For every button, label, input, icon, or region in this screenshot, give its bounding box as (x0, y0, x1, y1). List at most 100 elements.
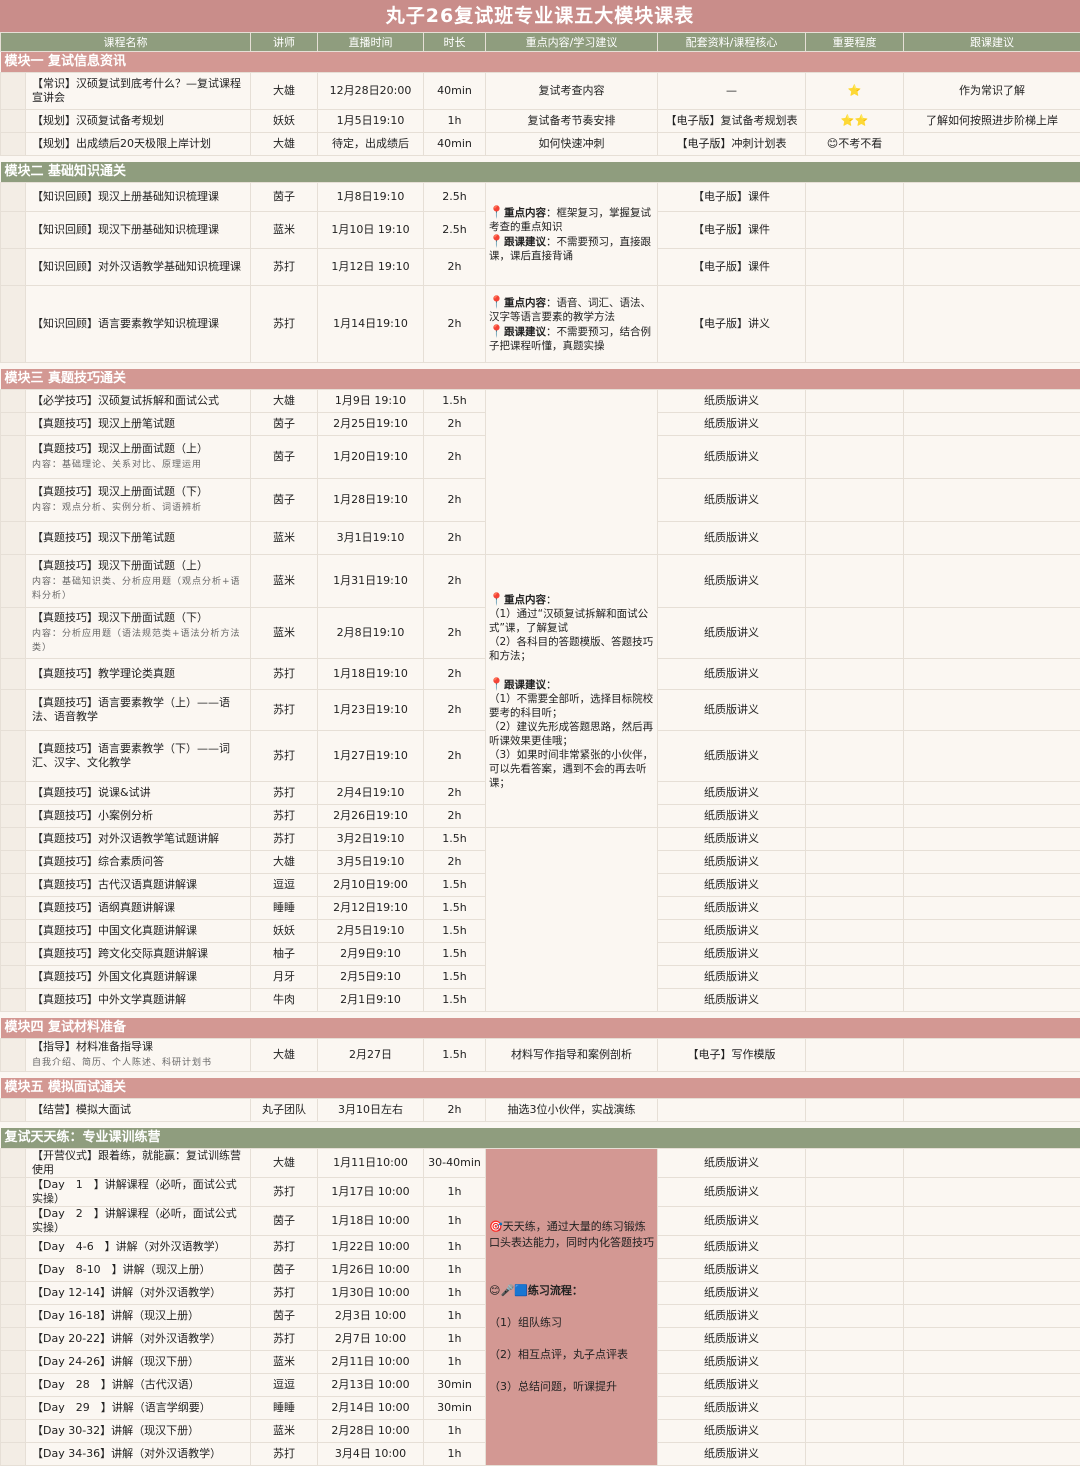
material-cell: 【电子版】冲刺计划表 (658, 133, 806, 156)
row-index-cell (1, 828, 26, 851)
material-cell: 纸质版讲义 (658, 731, 806, 782)
row-index-cell (1, 1351, 26, 1374)
importance-cell (806, 286, 904, 363)
course-title: 【Day 12-14】讲解（对外汉语教学） (32, 1286, 221, 1299)
schedule-table: 课程名称 讲师 直播时间 时长 重点内容/学习建议 配套资料/课程核心 重要程度… (0, 32, 1080, 1466)
teacher-cell: 茵子 (251, 1305, 318, 1328)
teacher-cell: 牛肉 (251, 989, 318, 1012)
time-cell: 1月10日 19:10 (318, 212, 424, 249)
table-row: 【知识回顾】语言要素教学知识梳理课苏打1月14日19:102h📍重点内容：语音、… (1, 286, 1080, 363)
importance-cell (806, 1282, 904, 1305)
content-cell: 复试备考节奏安排 (486, 110, 658, 133)
row-index-cell (1, 989, 26, 1012)
advice-cell (904, 828, 1080, 851)
note-key: 跟课建议 (504, 679, 546, 691)
pin-icon: 📍 (489, 324, 504, 338)
course-title: 【知识回顾】对外汉语教学基础知识梳理课 (32, 260, 241, 273)
teacher-cell: 丸子团队 (251, 1099, 318, 1122)
importance-cell (806, 966, 904, 989)
course-name: 【真题技巧】现汉上册笔试题 (26, 413, 251, 436)
importance-cell (806, 805, 904, 828)
course-title: 【Day 20-22】讲解（对外汉语教学） (32, 1332, 221, 1345)
row-index-cell (1, 1178, 26, 1207)
note-key: 重点内容 (504, 297, 546, 309)
course-name: 【真题技巧】现汉上册面试题（上）内容：基础理论、关系对比、原理运用 (26, 436, 251, 479)
duration-cell: 1.5h (424, 874, 486, 897)
material-cell: 纸质版讲义 (658, 1397, 806, 1420)
course-title: 【真题技巧】小案例分析 (32, 809, 153, 822)
material-cell: 纸质版讲义 (658, 1259, 806, 1282)
module-title: 模块一 复试信息资讯 (1, 52, 1080, 73)
material-cell: 纸质版讲义 (658, 1236, 806, 1259)
time-cell: 3月2日19:10 (318, 828, 424, 851)
advice-cell (904, 1282, 1080, 1305)
row-index-cell (1, 286, 26, 363)
time-cell: 1月9日 19:10 (318, 390, 424, 413)
advice-cell (904, 479, 1080, 522)
course-title: 【真题技巧】说课&试讲 (32, 786, 151, 799)
row-index-cell (1, 608, 26, 659)
time-cell: 2月10日19:00 (318, 874, 424, 897)
camp-step: （2）相互点评，丸子点评表 (489, 1348, 628, 1361)
material-cell: 纸质版讲义 (658, 1305, 806, 1328)
row-index-cell (1, 1305, 26, 1328)
material-cell: 纸质版讲义 (658, 782, 806, 805)
material-cell: — (658, 73, 806, 110)
row-index-cell (1, 966, 26, 989)
content-cell: 如何快速冲刺 (486, 133, 658, 156)
header-row: 课程名称 讲师 直播时间 时长 重点内容/学习建议 配套资料/课程核心 重要程度… (1, 33, 1080, 52)
course-title: 【Day 1 】讲解课程（必听，面试公式实操） (32, 1178, 237, 1205)
teacher-cell: 月牙 (251, 966, 318, 989)
material-cell: 纸质版讲义 (658, 874, 806, 897)
duration-cell: 1.5h (424, 1039, 486, 1072)
course-title: 【规划】出成绩后20天极限上岸计划 (32, 137, 211, 150)
pin-icon: 📍 (489, 592, 504, 606)
importance-cell (806, 249, 904, 286)
note-cell: 📍重点内容：语音、词汇、语法、汉字等语言要素的教学方法📍跟课建议：不需要预习，结… (486, 286, 658, 363)
row-index-cell (1, 1236, 26, 1259)
teacher-cell: 苏打 (251, 782, 318, 805)
course-title: 【知识回顾】现汉上册基础知识梳理课 (32, 190, 219, 203)
advice-cell (904, 966, 1080, 989)
col-header-time: 直播时间 (318, 33, 424, 52)
teacher-cell: 柚子 (251, 943, 318, 966)
time-cell: 1月14日19:10 (318, 286, 424, 363)
course-title: 【真题技巧】语纲真题讲解课 (32, 901, 175, 914)
course-title: 【Day 8-10 】讲解（现汉上册） (32, 1263, 211, 1276)
pin-icon: 📍 (489, 234, 504, 248)
importance-cell: ⭐⭐ (806, 110, 904, 133)
teacher-cell: 苏打 (251, 1443, 318, 1466)
importance-cell (806, 874, 904, 897)
course-name: 【Day 24-26】讲解（现汉下册） (26, 1351, 251, 1374)
advice-cell (904, 1374, 1080, 1397)
camp-process-title: 😊🎤🟦练习流程： (489, 1284, 583, 1297)
material-cell: 纸质版讲义 (658, 436, 806, 479)
material-cell: 纸质版讲义 (658, 659, 806, 690)
course-name: 【真题技巧】小案例分析 (26, 805, 251, 828)
time-cell: 2月8日19:10 (318, 608, 424, 659)
course-name: 【真题技巧】跨文化交际真题讲解课 (26, 943, 251, 966)
course-subtitle: 自我介绍、简历、个人陈述、科研计划书 (32, 1056, 247, 1070)
row-index-cell (1, 73, 26, 110)
teacher-cell: 蓝米 (251, 1351, 318, 1374)
duration-cell: 1h (424, 1351, 486, 1374)
table-row: 【指导】材料准备指导课自我介绍、简历、个人陈述、科研计划书大雄2月27日1.5h… (1, 1039, 1080, 1072)
content-cell: 复试考查内容 (486, 73, 658, 110)
course-name: 【真题技巧】说课&试讲 (26, 782, 251, 805)
importance-cell (806, 479, 904, 522)
course-title: 【Day 2 】讲解课程（必听，面试公式实操） (32, 1207, 237, 1234)
col-header-duration: 时长 (424, 33, 486, 52)
teacher-cell: 茵子 (251, 479, 318, 522)
advice-cell (904, 731, 1080, 782)
material-cell: 纸质版讲义 (658, 390, 806, 413)
duration-cell: 1h (424, 110, 486, 133)
time-cell: 2月5日9:10 (318, 966, 424, 989)
course-name: 【真题技巧】语纲真题讲解课 (26, 897, 251, 920)
course-title: 【真题技巧】现汉下册笔试题 (32, 531, 175, 544)
teacher-cell: 苏打 (251, 731, 318, 782)
material-cell: 【电子版】课件 (658, 249, 806, 286)
material-cell: 纸质版讲义 (658, 966, 806, 989)
time-cell: 2月9日9:10 (318, 943, 424, 966)
course-name: 【真题技巧】中外文学真题讲解 (26, 989, 251, 1012)
duration-cell: 30-40min (424, 1149, 486, 1178)
